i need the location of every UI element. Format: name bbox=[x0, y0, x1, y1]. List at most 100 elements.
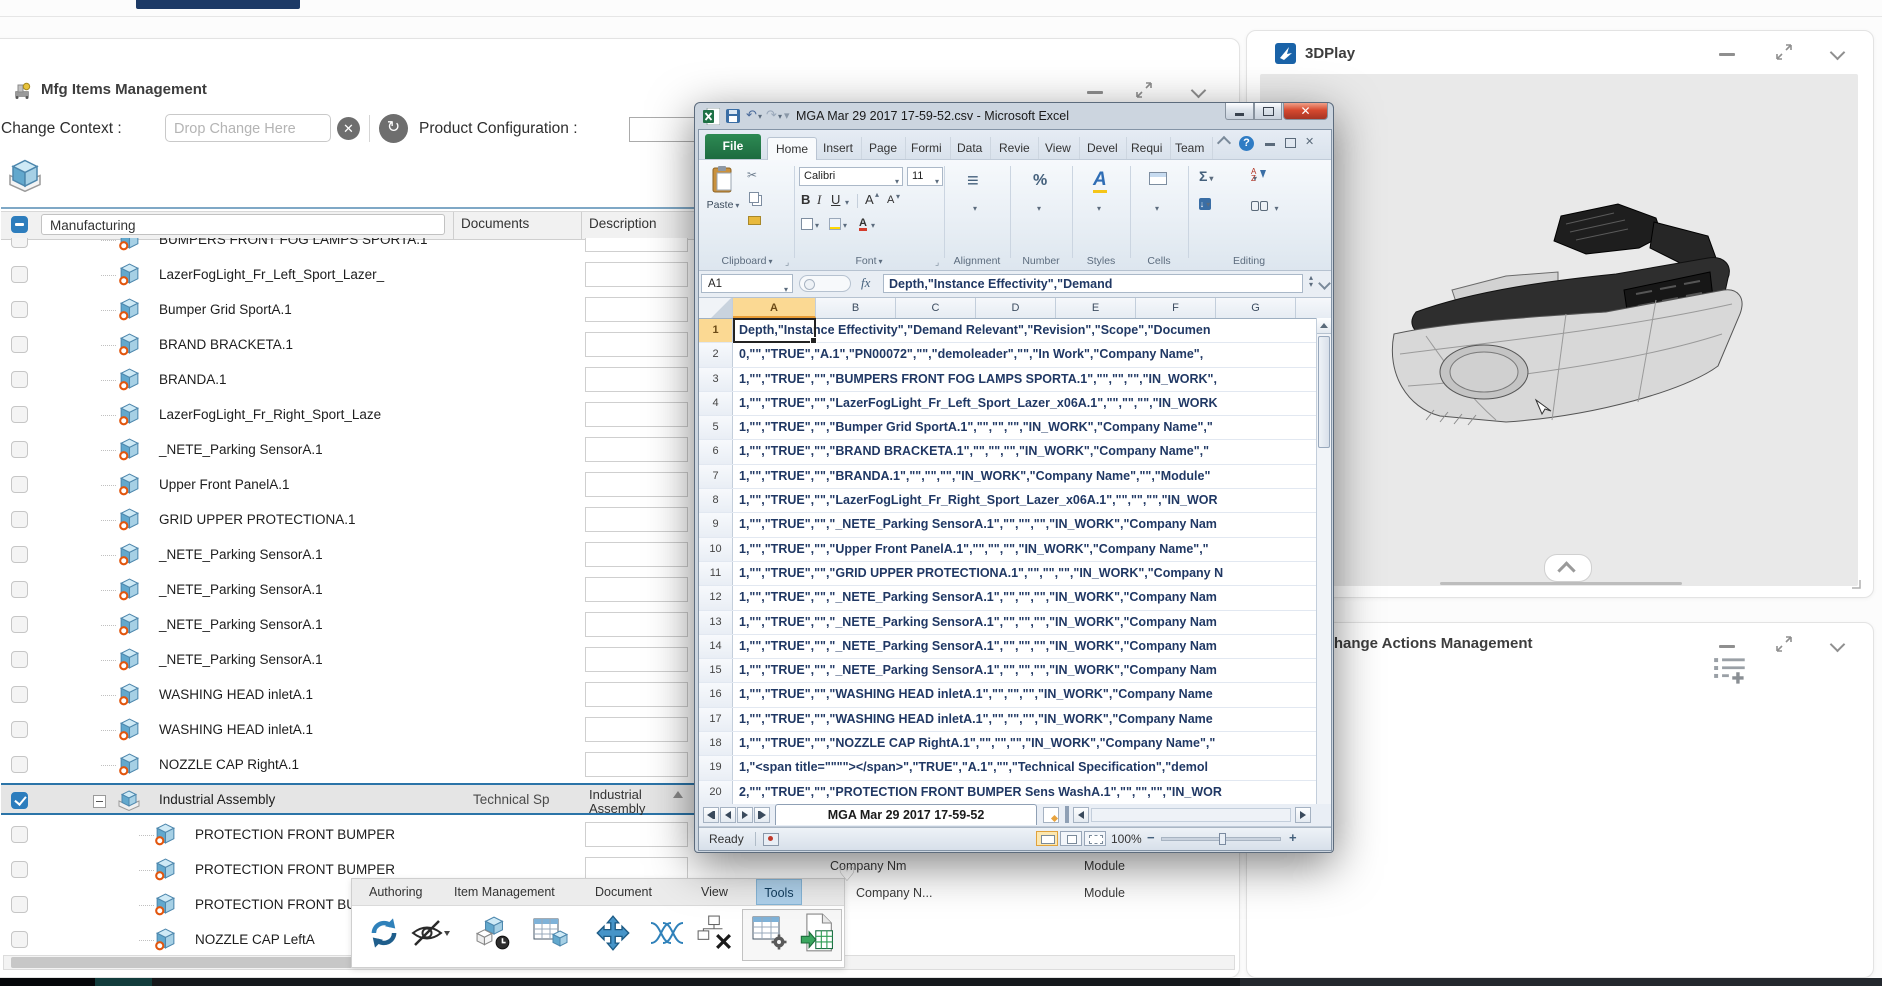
relations-icon[interactable] bbox=[647, 913, 687, 953]
sheet-tab[interactable]: MGA Mar 29 2017 17-59-52 bbox=[775, 804, 1037, 825]
row-number[interactable]: 4 bbox=[699, 392, 733, 415]
row-number[interactable]: 2 bbox=[699, 343, 733, 366]
row-number[interactable]: 14 bbox=[699, 635, 733, 658]
vertical-scrollbar[interactable] bbox=[1316, 318, 1331, 804]
description-cell[interactable] bbox=[585, 332, 688, 357]
row-number[interactable]: 9 bbox=[699, 513, 733, 536]
window-close-button[interactable]: ✕ bbox=[1283, 103, 1328, 120]
sheet-row[interactable]: 20,"","TRUE","A.1","PN00072","","demolea… bbox=[699, 343, 1318, 367]
sheet-row[interactable]: 121,"","TRUE","","_NETE_Parking SensorA.… bbox=[699, 586, 1318, 610]
table-structure-icon[interactable] bbox=[533, 913, 569, 953]
sheet-row[interactable]: 141,"","TRUE","","_NETE_Parking SensorA.… bbox=[699, 635, 1318, 659]
tree-item-label[interactable]: _NETE_Parking SensorA.1 bbox=[159, 608, 323, 642]
refresh-icon[interactable] bbox=[366, 913, 402, 953]
row-number[interactable]: 1 bbox=[699, 319, 733, 342]
tab-view[interactable]: View bbox=[695, 879, 734, 905]
tree-item-label[interactable]: NOZZLE CAP RightA.1 bbox=[159, 748, 299, 782]
fill-color-icon[interactable] bbox=[829, 218, 841, 230]
column-header-b[interactable]: B bbox=[816, 298, 896, 318]
ribbon-tab-team[interactable]: Team bbox=[1167, 137, 1213, 159]
description-cell[interactable] bbox=[585, 238, 688, 252]
column-header-c[interactable]: C bbox=[896, 298, 976, 318]
minimize-icon[interactable] bbox=[1087, 91, 1103, 94]
row-checkbox-checked[interactable] bbox=[11, 792, 28, 809]
sheet-row[interactable]: 202,"","TRUE","","PROTECTION FRONT BUMPE… bbox=[699, 781, 1318, 804]
font-dialog-launcher-icon[interactable]: ⌟ bbox=[935, 257, 939, 268]
first-sheet-icon[interactable] bbox=[703, 807, 719, 823]
workbook-restore-icon[interactable] bbox=[1285, 138, 1296, 148]
select-all-checkbox[interactable] bbox=[11, 216, 28, 233]
prev-sheet-icon[interactable] bbox=[720, 807, 736, 823]
scroll-up-icon[interactable] bbox=[1317, 318, 1331, 334]
save-icon[interactable] bbox=[726, 109, 740, 123]
column-header-g[interactable]: G bbox=[1216, 298, 1296, 318]
description-cell[interactable] bbox=[585, 297, 688, 322]
tree-item-label[interactable]: BUMPERS FRONT FOG LAMPS SPORTA.1 bbox=[159, 238, 428, 257]
expand-icon[interactable] bbox=[1775, 43, 1793, 61]
move-icon[interactable] bbox=[595, 913, 631, 953]
sheet-row[interactable]: 71,"","TRUE","","BRANDA.1","","","","IN_… bbox=[699, 465, 1318, 489]
sheet-row[interactable]: 51,"","TRUE","","Bumper Grid SportA.1","… bbox=[699, 416, 1318, 440]
styles-icon[interactable]: A bbox=[1093, 170, 1107, 193]
description-cell[interactable] bbox=[585, 822, 688, 847]
description-cell[interactable] bbox=[585, 647, 688, 672]
macro-record-icon[interactable] bbox=[763, 833, 779, 846]
bold-button[interactable]: B bbox=[801, 192, 810, 207]
tree-item-label[interactable]: GRID UPPER PROTECTIONA.1 bbox=[159, 503, 356, 537]
row-checkbox[interactable] bbox=[11, 896, 28, 913]
redo-icon[interactable]: ↷ bbox=[766, 107, 777, 123]
formula-bar-scroll-icons[interactable]: ▴▾ bbox=[1309, 274, 1313, 288]
sheet-row[interactable]: 31,"","TRUE","","BUMPERS FRONT FOG LAMPS… bbox=[699, 368, 1318, 392]
sheet-row[interactable]: 161,"","TRUE","","WASHING HEAD inletA.1"… bbox=[699, 683, 1318, 707]
file-tab[interactable]: File bbox=[705, 134, 761, 159]
row-checkbox[interactable] bbox=[11, 616, 28, 633]
collapse-chevron-icon[interactable] bbox=[1191, 83, 1207, 99]
tree-item-label[interactable]: LazerFogLight_Fr_Left_Sport_Lazer_ bbox=[159, 258, 384, 292]
tab-tools[interactable]: Tools bbox=[756, 879, 802, 905]
sheet-row[interactable]: 131,"","TRUE","","_NETE_Parking SensorA.… bbox=[699, 611, 1318, 635]
clear-context-icon[interactable]: ✕ bbox=[337, 117, 360, 140]
font-name-select[interactable]: Calibri▾ bbox=[799, 167, 903, 186]
change-context-dropzone[interactable]: Drop Change Here bbox=[165, 114, 331, 142]
undo-icon[interactable]: ↶ bbox=[746, 107, 757, 123]
description-cell[interactable] bbox=[585, 262, 688, 287]
sheet-row[interactable]: 101,"","TRUE","","Upper Front PanelA.1",… bbox=[699, 538, 1318, 562]
row-checkbox[interactable] bbox=[11, 371, 28, 388]
row-checkbox[interactable] bbox=[11, 651, 28, 668]
row-checkbox[interactable] bbox=[11, 861, 28, 878]
row-checkbox[interactable] bbox=[11, 266, 28, 283]
row-number[interactable]: 15 bbox=[699, 659, 733, 682]
row-checkbox[interactable] bbox=[11, 441, 28, 458]
expand-icon[interactable] bbox=[1135, 81, 1153, 99]
collapse-viewport-icon[interactable] bbox=[1544, 554, 1592, 582]
description-cell[interactable] bbox=[585, 752, 688, 777]
tree-item-label[interactable]: Industrial Assembly bbox=[159, 785, 275, 815]
row-checkbox[interactable] bbox=[11, 826, 28, 843]
row-checkbox[interactable] bbox=[11, 336, 28, 353]
column-header-f[interactable]: F bbox=[1136, 298, 1216, 318]
alignment-icon[interactable]: ≡ bbox=[967, 170, 979, 193]
refresh-context-icon[interactable]: ↻ bbox=[379, 114, 408, 143]
row-number[interactable]: 17 bbox=[699, 708, 733, 731]
copy-icon[interactable] bbox=[749, 192, 759, 203]
ribbon-tab-view[interactable]: View bbox=[1037, 137, 1080, 159]
tree-item-label[interactable]: Bumper Grid SportA.1 bbox=[159, 293, 292, 327]
workbook-close-icon[interactable]: ✕ bbox=[1305, 135, 1314, 148]
ribbon-tab-requirements[interactable]: Requi bbox=[1123, 137, 1171, 159]
description-cell[interactable] bbox=[585, 367, 688, 392]
ribbon-tab-insert[interactable]: Insert bbox=[815, 137, 862, 159]
ribbon-tab-review[interactable]: Revie bbox=[991, 137, 1039, 159]
excel-titlebar[interactable]: ↶▾ ↷▾ ▾ MGA Mar 29 2017 17-59-52.csv - M… bbox=[698, 103, 1330, 129]
paste-button[interactable]: Paste bbox=[705, 166, 741, 242]
column-header-a[interactable]: A bbox=[733, 298, 816, 318]
name-box[interactable]: A1▾ bbox=[701, 274, 793, 293]
cut-icon[interactable]: ✂ bbox=[747, 168, 757, 182]
row-number[interactable]: 3 bbox=[699, 368, 733, 391]
page-break-view-icon[interactable] bbox=[1084, 831, 1106, 846]
last-sheet-icon[interactable] bbox=[754, 807, 770, 823]
sheet-row[interactable]: 81,"","TRUE","","LazerFogLight_Fr_Right_… bbox=[699, 489, 1318, 513]
shrink-font-button[interactable]: A bbox=[887, 194, 894, 206]
sheet-row[interactable]: 91,"","TRUE","","_NETE_Parking SensorA.1… bbox=[699, 513, 1318, 537]
collapse-chevron-icon[interactable] bbox=[1830, 45, 1846, 61]
sheet-row[interactable]: 41,"","TRUE","","LazerFogLight_Fr_Left_S… bbox=[699, 392, 1318, 416]
